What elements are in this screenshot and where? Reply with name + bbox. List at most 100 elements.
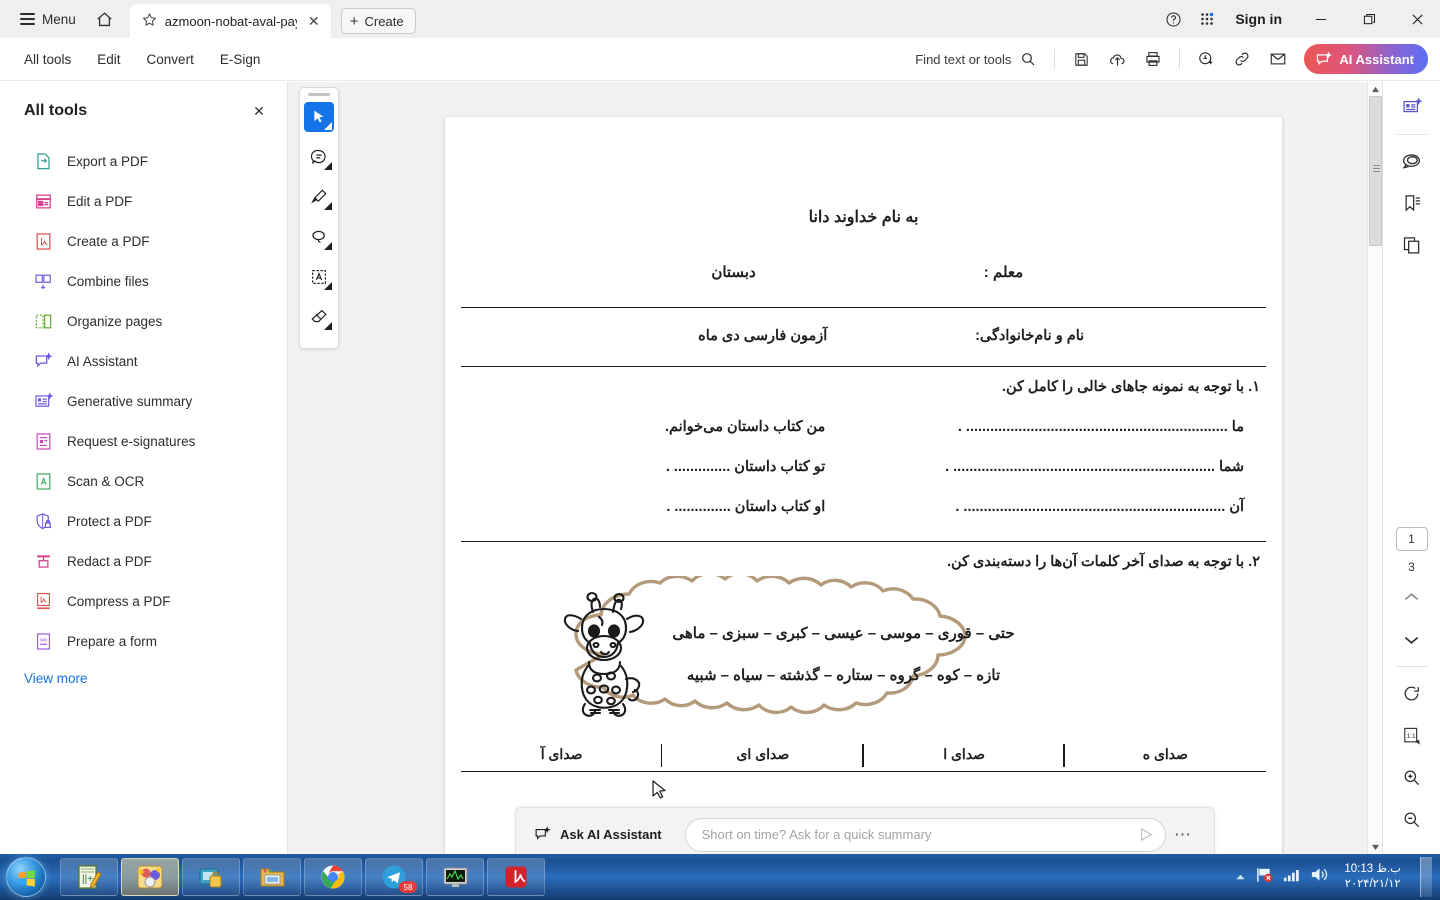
tool-item-generative-summary[interactable]: Generative summary bbox=[0, 381, 287, 421]
action-center-icon[interactable] bbox=[1255, 866, 1274, 889]
windows-logo-icon bbox=[18, 869, 35, 887]
tab-close-button[interactable]: ✕ bbox=[305, 12, 323, 30]
doc-q1-row: آن .....................................… bbox=[461, 475, 1266, 515]
taskbar-item-telegram[interactable]: 58 bbox=[365, 858, 423, 896]
taskbar-clock[interactable]: 10:13 ب.ظ ۲۰۲۴/۲۱/۱۲ bbox=[1338, 862, 1407, 892]
rotate-button[interactable] bbox=[1395, 676, 1429, 710]
zoom-in-button[interactable] bbox=[1395, 760, 1429, 794]
command-bar-right: Find text or tools AI Assistant bbox=[907, 44, 1440, 74]
tool-item-edit-a-pdf[interactable]: Edit a PDF bbox=[0, 181, 287, 221]
tool-item-protect-a-pdf[interactable]: Protect a PDF bbox=[0, 501, 287, 541]
show-hidden-icons-button[interactable] bbox=[1235, 868, 1246, 886]
close-panel-button[interactable]: ✕ bbox=[247, 99, 271, 123]
taskbar-item-file-explorer[interactable] bbox=[243, 858, 301, 896]
create-button-label: Create bbox=[364, 13, 404, 29]
menu-button[interactable]: Menu bbox=[10, 4, 86, 34]
pdf-page[interactable]: به نام خداوند دانا معلم : دبستان نام و ن… bbox=[445, 117, 1282, 900]
drag-handle[interactable] bbox=[308, 93, 330, 96]
highlight-tool-button[interactable] bbox=[304, 182, 334, 212]
taskbar-item-system-monitor[interactable] bbox=[426, 858, 484, 896]
view-more-link[interactable]: View more bbox=[0, 661, 287, 686]
start-button[interactable] bbox=[6, 857, 46, 897]
add-text-tool-button[interactable] bbox=[304, 262, 334, 292]
tool-item-organize-pages[interactable]: Organize pages bbox=[0, 301, 287, 341]
ask-ai-assistant-label: Ask AI Assistant bbox=[560, 827, 662, 842]
doc-q1-right: او کتاب داستان .............. . bbox=[666, 499, 826, 515]
doc-q1-left: ما .....................................… bbox=[957, 419, 1244, 435]
page-thumbnails-rail-button[interactable] bbox=[1395, 228, 1429, 262]
volume-icon[interactable] bbox=[1310, 866, 1329, 888]
email-button[interactable] bbox=[1262, 44, 1294, 74]
tool-item-request-e-signatures[interactable]: Request e-signatures bbox=[0, 421, 287, 461]
maximize-button[interactable] bbox=[1346, 0, 1392, 38]
scroll-down-button[interactable] bbox=[1368, 840, 1383, 854]
apps-grid-button[interactable] bbox=[1191, 4, 1223, 34]
select-tool-button[interactable] bbox=[304, 102, 334, 132]
document-scrollbar[interactable] bbox=[1367, 82, 1382, 854]
tool-item-export-a-pdf[interactable]: Export a PDF bbox=[0, 141, 287, 181]
sign-in-button[interactable]: Sign in bbox=[1225, 4, 1296, 34]
draw-tool-button[interactable] bbox=[304, 222, 334, 252]
help-button[interactable] bbox=[1157, 4, 1189, 34]
tab-edit[interactable]: Edit bbox=[85, 46, 132, 73]
table-header-cell: صدای آ bbox=[461, 740, 663, 771]
tool-item-create-a-pdf[interactable]: Create a PDF bbox=[0, 221, 287, 261]
close-window-button[interactable] bbox=[1394, 0, 1440, 38]
combine-files-icon bbox=[33, 271, 53, 291]
find-text-or-tools-button[interactable]: Find text or tools bbox=[907, 47, 1044, 71]
ai-more-options-button[interactable]: ⋯ bbox=[1166, 820, 1200, 850]
generative-summary-rail-button[interactable] bbox=[1395, 90, 1429, 124]
taskbar-item-adobe-acrobat[interactable] bbox=[487, 858, 545, 896]
save-button[interactable] bbox=[1065, 44, 1097, 74]
tool-label: Redact a PDF bbox=[67, 553, 152, 569]
quick-tools-strip bbox=[299, 87, 339, 349]
document-tab[interactable]: azmoon-nobat-aval-pay… ✕ bbox=[129, 4, 331, 38]
taskbar-item-security-app[interactable] bbox=[182, 858, 240, 896]
comments-rail-button[interactable] bbox=[1395, 144, 1429, 178]
create-button[interactable]: + Create bbox=[340, 8, 416, 34]
tab-esign[interactable]: E-Sign bbox=[208, 46, 273, 73]
upload-to-cloud-button[interactable] bbox=[1101, 44, 1133, 74]
ai-prompt-input[interactable] bbox=[701, 827, 1133, 842]
tool-label: Create a PDF bbox=[67, 233, 150, 249]
menu-button-label: Menu bbox=[42, 11, 76, 27]
scrollbar-thumb[interactable] bbox=[1369, 96, 1382, 246]
tool-item-redact-a-pdf[interactable]: Redact a PDF bbox=[0, 541, 287, 581]
ai-assistant-button[interactable]: AI Assistant bbox=[1304, 44, 1428, 74]
erase-tool-button[interactable] bbox=[304, 302, 334, 332]
minimize-button[interactable] bbox=[1298, 0, 1344, 38]
tool-item-compress-a-pdf[interactable]: Compress a PDF bbox=[0, 581, 287, 621]
share-link-button[interactable] bbox=[1226, 44, 1258, 74]
tool-item-scan-and-ocr[interactable]: Scan & OCR bbox=[0, 461, 287, 501]
print-button[interactable] bbox=[1137, 44, 1169, 74]
tool-item-ai-assistant[interactable]: AI Assistant bbox=[0, 341, 287, 381]
ai-prompt-field[interactable] bbox=[684, 817, 1166, 852]
star-icon[interactable] bbox=[142, 12, 157, 30]
show-desktop-button[interactable] bbox=[1420, 857, 1432, 897]
add-comment-button[interactable] bbox=[1190, 44, 1222, 74]
home-button[interactable] bbox=[88, 4, 122, 34]
fit-page-button[interactable]: 1:1 bbox=[1395, 718, 1429, 752]
previous-page-button[interactable] bbox=[1395, 580, 1429, 614]
tool-item-prepare-a-form[interactable]: Prepare a form bbox=[0, 621, 287, 661]
comment-tool-button[interactable] bbox=[304, 142, 334, 172]
bookmarks-rail-button[interactable] bbox=[1395, 186, 1429, 220]
tab-convert[interactable]: Convert bbox=[135, 46, 206, 73]
taskbar-item-notepad-plus-plus[interactable]: ||+ bbox=[60, 858, 118, 896]
page-number-input[interactable]: 1 bbox=[1395, 527, 1428, 551]
zoom-out-button[interactable] bbox=[1395, 802, 1429, 836]
scroll-up-button[interactable] bbox=[1368, 82, 1383, 96]
send-button[interactable] bbox=[1133, 822, 1159, 848]
network-icon[interactable] bbox=[1283, 867, 1301, 888]
tab-all-tools[interactable]: All tools bbox=[12, 46, 83, 73]
taskbar-item-google-chrome[interactable] bbox=[304, 858, 362, 896]
ai-assistant-icon bbox=[1317, 51, 1333, 65]
command-tabs: All tools Edit Convert E-Sign bbox=[0, 38, 272, 81]
next-page-button[interactable] bbox=[1395, 622, 1429, 656]
tool-item-combine-files[interactable]: Combine files bbox=[0, 261, 287, 301]
doc-cloud-line: تازه – کوه – گروه – ستاره – گذشته – سیاه… bbox=[686, 667, 1001, 684]
ask-ai-assistant-label-group[interactable]: Ask AI Assistant bbox=[534, 826, 662, 843]
windows-taskbar: ||+ 58 10:13 ب.ظ ۲۰۲۴/۲۱/۱۲ bbox=[0, 854, 1440, 900]
tool-label: Scan & OCR bbox=[67, 473, 145, 489]
taskbar-item-photo-editor[interactable] bbox=[121, 858, 179, 896]
